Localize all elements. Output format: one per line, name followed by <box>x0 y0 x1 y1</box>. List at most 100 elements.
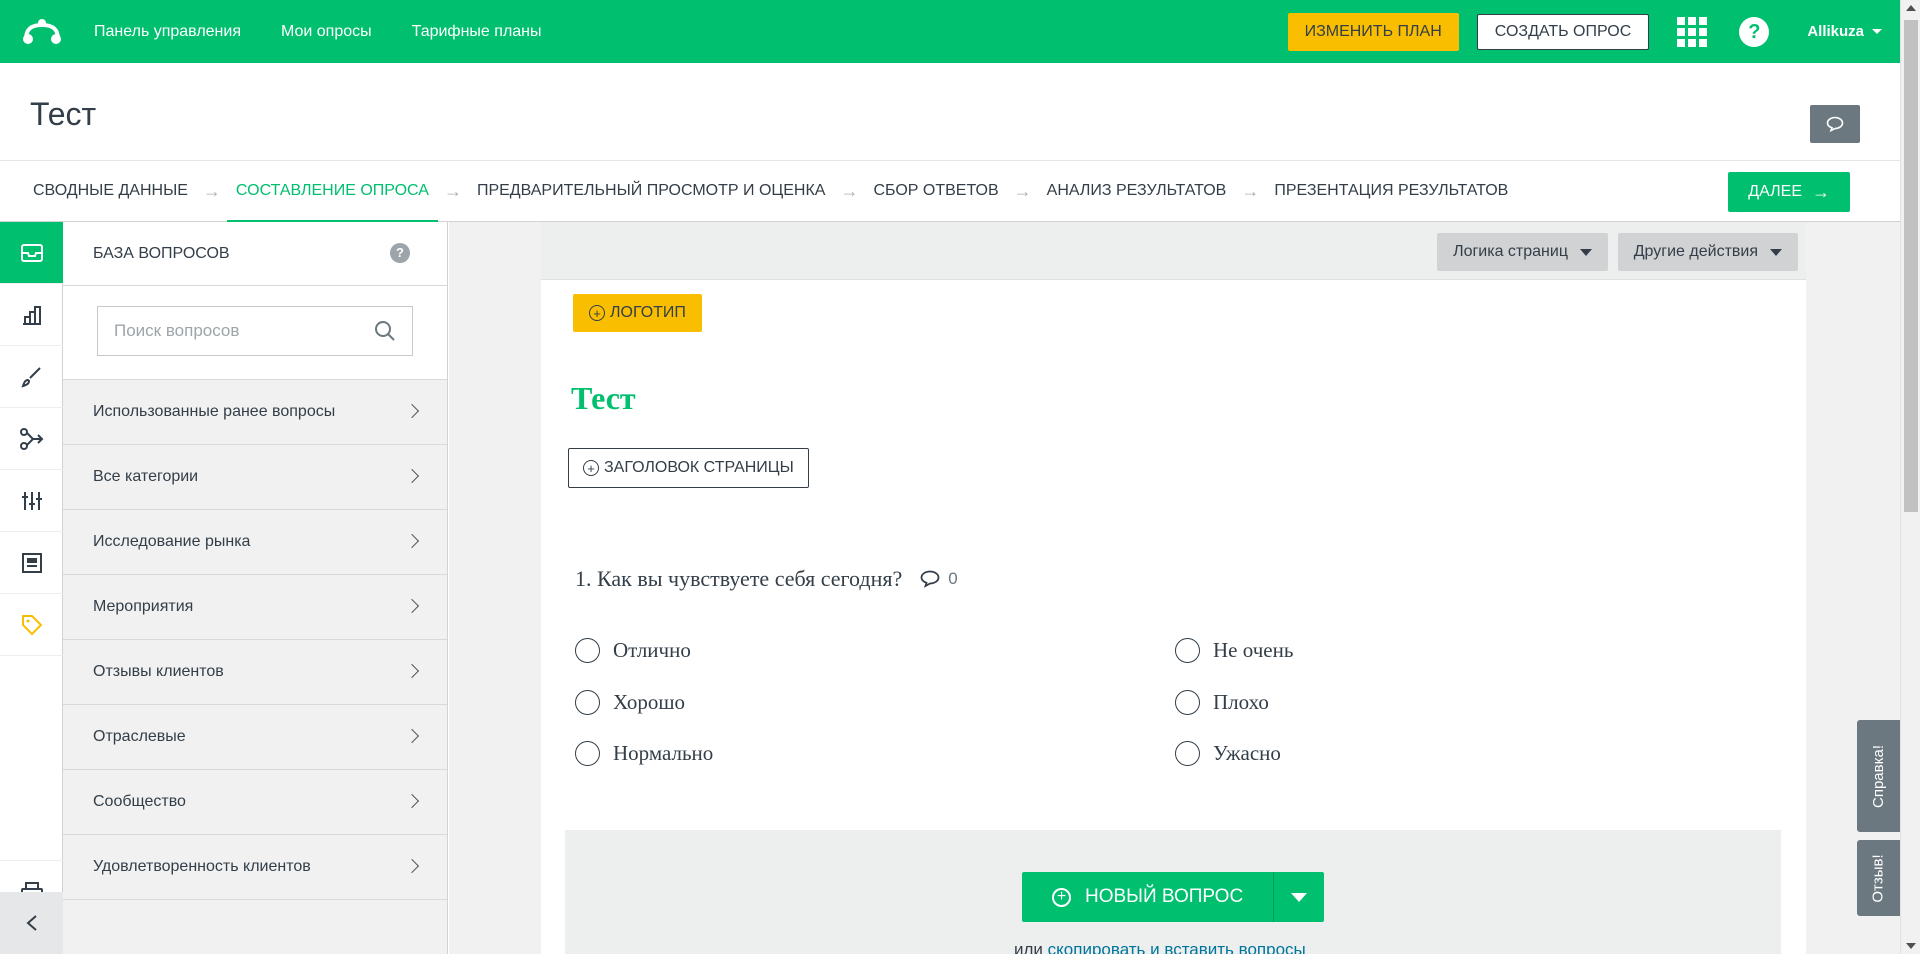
help-circle-icon[interactable]: ? <box>390 243 410 263</box>
radio-button[interactable] <box>1175 690 1200 715</box>
scroll-thumb[interactable] <box>1904 20 1918 512</box>
rail-options[interactable] <box>0 470 63 532</box>
logic-icon <box>19 427 43 450</box>
chevron-right-icon <box>404 728 420 744</box>
upgrade-plan-button[interactable]: ИЗМЕНИТЬ ПЛАН <box>1287 12 1459 51</box>
category-label: Отраслевые <box>93 728 186 745</box>
question-comments[interactable]: 0 <box>920 569 958 589</box>
category-label: Удовлетворенность клиентов <box>93 858 311 875</box>
category-item[interactable]: Удовлетворенность клиентов <box>63 835 447 900</box>
radio-button[interactable] <box>575 741 600 766</box>
category-item[interactable]: Все категории <box>63 445 447 510</box>
category-label: Использованные ранее вопросы <box>93 403 336 420</box>
plus-circle-icon: + <box>589 305 605 321</box>
survey-canvas-title[interactable]: Тест <box>571 380 636 417</box>
comments-button[interactable] <box>1810 105 1860 143</box>
category-item[interactable]: Использованные ранее вопросы <box>63 380 447 445</box>
chevron-right-icon <box>404 858 420 874</box>
category-item[interactable]: Отзывы клиентов <box>63 640 447 705</box>
step-collect[interactable]: СБОР ОТВЕТОВ <box>864 160 1007 222</box>
copy-paste-hint: или скопировать и вставить вопросы <box>1014 940 1306 954</box>
more-actions-dropdown[interactable]: Другие действия <box>1617 233 1798 271</box>
page-logic-dropdown[interactable]: Логика страниц <box>1437 233 1608 271</box>
answer-option[interactable]: Ужасно <box>1175 741 1281 766</box>
search-icon[interactable] <box>374 320 396 342</box>
user-menu[interactable]: Allikuza <box>1807 23 1882 40</box>
nav-plans-link[interactable]: Тарифные планы <box>412 23 542 41</box>
answer-option-label: Не очень <box>1213 638 1294 662</box>
add-logo-label: ЛОГОТИП <box>610 304 686 321</box>
answer-option[interactable]: Хорошо <box>575 690 685 715</box>
themes-chart-icon <box>22 305 41 325</box>
category-label: Все категории <box>93 468 199 485</box>
scroll-down-icon[interactable] <box>1906 943 1916 949</box>
rail-logic[interactable] <box>0 408 63 470</box>
step-arrow-icon: → <box>1241 180 1260 201</box>
feedback-side-tab[interactable]: Отзыв! <box>1857 840 1900 916</box>
add-page-title-button[interactable]: + ЗАГОЛОВОК СТРАНИЦЫ <box>568 448 809 488</box>
category-item[interactable]: Исследование рынка <box>63 510 447 575</box>
new-question-button[interactable]: + НОВЫЙ ВОПРОС <box>1022 872 1275 922</box>
chevron-right-icon <box>404 403 420 419</box>
answer-option-label: Ужасно <box>1213 741 1281 765</box>
category-item[interactable]: Мероприятия <box>63 575 447 640</box>
radio-button[interactable] <box>1175 741 1200 766</box>
help-side-tab[interactable]: Справка! <box>1857 720 1900 832</box>
scroll-up-icon[interactable] <box>1906 5 1916 11</box>
nav-my-surveys-link[interactable]: Мои опросы <box>281 23 372 41</box>
page-logic-label: Логика страниц <box>1453 243 1568 260</box>
new-question-dropdown[interactable] <box>1274 872 1324 922</box>
rail-design[interactable] <box>0 346 63 408</box>
search-input[interactable] <box>114 321 374 341</box>
category-label: Мероприятия <box>93 598 194 615</box>
chevron-down-icon <box>1770 248 1782 256</box>
step-analyze[interactable]: АНАЛИЗ РЕЗУЛЬТАТОВ <box>1038 160 1236 222</box>
copy-prefix: или <box>1014 940 1043 954</box>
survey-title[interactable]: Тест <box>30 96 96 133</box>
answer-option[interactable]: Отлично <box>575 638 691 663</box>
category-item[interactable]: Сообщество <box>63 770 447 835</box>
help-icon[interactable]: ? <box>1739 16 1770 47</box>
plus-circle-icon: + <box>583 460 599 476</box>
rail-collapse[interactable] <box>0 892 63 954</box>
options-sliders-icon <box>21 491 42 510</box>
step-design[interactable]: СОСТАВЛЕНИЕ ОПРОСА <box>226 160 438 223</box>
nav-dashboard-link[interactable]: Панель управления <box>94 23 241 41</box>
help-side-tab-label: Справка! <box>1870 744 1888 808</box>
category-item[interactable]: Отраслевые <box>63 705 447 770</box>
radio-button[interactable] <box>575 690 600 715</box>
rail-question-bank[interactable] <box>0 222 63 284</box>
rail-layout[interactable] <box>0 532 63 594</box>
create-survey-button[interactable]: СОЗДАТЬ ОПРОС <box>1476 13 1650 50</box>
rail-themes[interactable] <box>0 284 63 346</box>
answer-option-label: Хорошо <box>613 690 686 714</box>
radio-button[interactable] <box>575 638 600 663</box>
step-present[interactable]: ПРЕЗЕНТАЦИЯ РЕЗУЛЬТАТОВ <box>1265 160 1517 222</box>
step-arrow-icon: → <box>443 180 462 201</box>
page-scrollbar[interactable] <box>1900 0 1920 954</box>
answer-option-label: Нормально <box>613 741 714 765</box>
design-brush-icon <box>20 366 41 388</box>
answer-option[interactable]: Плохо <box>1175 690 1269 715</box>
next-button[interactable]: ДАЛЕЕ → <box>1728 172 1850 212</box>
collapse-chevron-icon <box>25 915 37 931</box>
rail-tags[interactable] <box>0 594 63 656</box>
survey-title-bar: Тест <box>0 63 1900 160</box>
category-label: Исследование рынка <box>93 533 251 550</box>
apps-grid-icon[interactable] <box>1677 16 1708 47</box>
chevron-right-icon <box>404 468 420 484</box>
left-icon-rail <box>0 222 63 954</box>
add-logo-button[interactable]: + ЛОГОТИП <box>573 294 702 332</box>
tag-icon <box>21 614 42 635</box>
question-text: 1. Как вы чувствуете себя сегодня? <box>575 566 903 591</box>
step-summary[interactable]: СВОДНЫЕ ДАННЫЕ <box>24 160 197 222</box>
step-preview[interactable]: ПРЕДВАРИТЕЛЬНЫЙ ПРОСМОТР И ОЦЕНКА <box>468 160 835 222</box>
answer-option[interactable]: Нормально <box>575 741 713 766</box>
answer-option[interactable]: Не очень <box>1175 638 1293 663</box>
surveymonkey-logo-icon[interactable] <box>18 12 66 52</box>
question-title[interactable]: 1. Как вы чувствуете себя сегодня? 0 <box>575 566 958 592</box>
radio-button[interactable] <box>1175 638 1200 663</box>
comment-count: 0 <box>948 569 958 588</box>
copy-paste-link[interactable]: скопировать и вставить вопросы <box>1048 940 1306 954</box>
canvas-toolbar: Логика страниц Другие действия <box>541 222 1806 280</box>
